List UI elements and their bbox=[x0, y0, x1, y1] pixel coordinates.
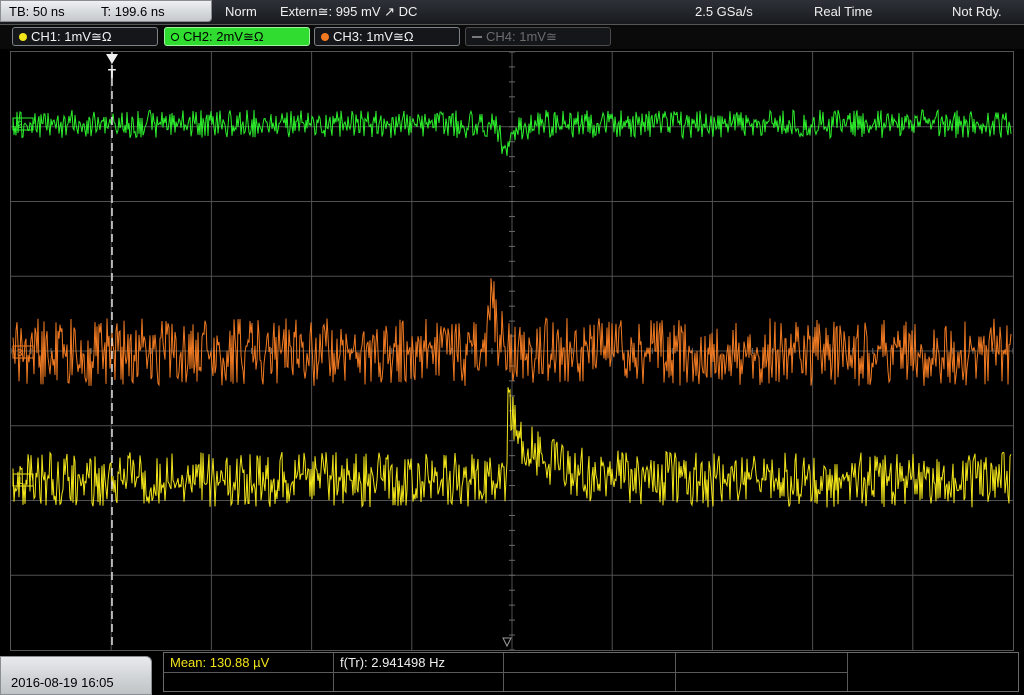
tab-ch2[interactable]: CH2: 2mV≅Ω bbox=[164, 27, 310, 46]
tab-ch1-label: CH1: 1mV≅Ω bbox=[31, 29, 112, 44]
mean-measurement: Mean: 130.88 µV bbox=[170, 655, 270, 670]
trigger-frequency-measurement: f(Tr): 2.941498 Hz bbox=[340, 655, 446, 670]
acquisition-state: Not Rdy. bbox=[952, 4, 1002, 19]
meas-cell-empty-2 bbox=[676, 653, 848, 672]
tab-ch4-label: CH4: 1mV≅ bbox=[486, 29, 557, 44]
waveform-display[interactable]: T 2 3 1 bbox=[10, 51, 1014, 651]
tab-ch2-label: CH2: 2mV≅Ω bbox=[183, 29, 264, 44]
meas-cell-empty-5 bbox=[504, 672, 676, 691]
oscilloscope-window: TB: 50 ns T: 199.6 ns Norm Extern≅: 995 … bbox=[0, 0, 1024, 695]
trigger-mode[interactable]: Norm bbox=[225, 4, 257, 19]
svg-text:2: 2 bbox=[17, 120, 23, 131]
channel-bar: CH1: 1mV≅Ω CH2: 2mV≅Ω CH3: 1mV≅Ω CH4: 1m… bbox=[0, 25, 1024, 49]
tab-ch3-label: CH3: 1mV≅Ω bbox=[333, 29, 414, 44]
timebase-panel[interactable]: TB: 50 ns T: 199.6 ns bbox=[0, 0, 212, 22]
status-bar: TB: 50 ns T: 199.6 ns Norm Extern≅: 995 … bbox=[0, 0, 1024, 25]
datetime-value: 2016-08-19 16:05 bbox=[11, 675, 114, 690]
sample-rate: 2.5 GSa/s bbox=[695, 4, 753, 19]
waveform-canvas: T 2 3 1 bbox=[11, 52, 1013, 650]
tab-ch3[interactable]: CH3: 1mV≅Ω bbox=[314, 27, 460, 46]
svg-text:3: 3 bbox=[17, 348, 23, 359]
trigger-source[interactable]: Extern≅: 995 mV ↗ DC bbox=[280, 4, 417, 20]
meas-cell-empty-1 bbox=[504, 653, 676, 672]
acquisition-mode: Real Time bbox=[814, 4, 873, 19]
svg-text:1: 1 bbox=[17, 476, 23, 487]
tab-ch1[interactable]: CH1: 1mV≅Ω bbox=[12, 27, 158, 46]
meas-cell-empty-4 bbox=[334, 672, 504, 691]
ch2-indicator-icon bbox=[171, 33, 179, 41]
meas-cell-empty-3 bbox=[164, 672, 334, 691]
tab-ch4[interactable]: CH4: 1mV≅ bbox=[465, 27, 611, 46]
ch4-disabled-icon bbox=[472, 36, 482, 38]
trigger-marker-label: T bbox=[108, 66, 116, 81]
meas-cell-empty-6 bbox=[676, 672, 848, 691]
trigger-time-value: T: 199.6 ns bbox=[101, 4, 165, 19]
measurement-panel[interactable]: Mean: 130.88 µV f(Tr): 2.941498 Hz bbox=[163, 652, 1019, 692]
graticule-grid bbox=[11, 52, 1013, 650]
ch3-indicator-icon bbox=[321, 33, 329, 41]
ch1-indicator-icon bbox=[19, 33, 27, 41]
timebase-value: TB: 50 ns bbox=[9, 4, 65, 19]
datetime-panel: 2016-08-19 16:05 bbox=[0, 656, 152, 695]
